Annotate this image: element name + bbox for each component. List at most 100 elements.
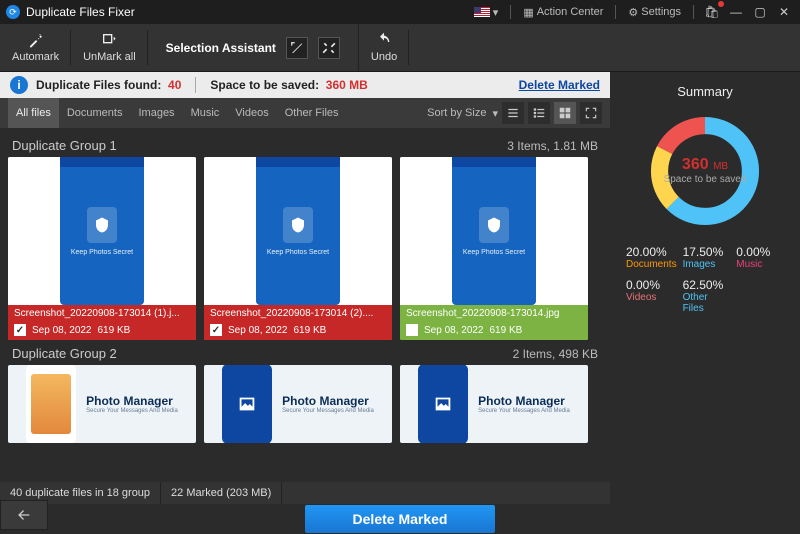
delete-marked-button[interactable]: Delete Marked <box>305 505 496 533</box>
file-size: 619 KB <box>294 325 327 336</box>
close-button[interactable]: ✕ <box>774 3 794 21</box>
thumbnail: Photo ManagerSecure Your Messages And Me… <box>8 365 196 443</box>
app-icon: ⟳ <box>6 5 20 19</box>
selection-tool-1[interactable] <box>286 37 308 59</box>
group-header: Duplicate Group 1 3 Items, 1.81 MB <box>8 132 602 157</box>
tab-images[interactable]: Images <box>130 98 182 128</box>
file-size: 619 KB <box>98 325 131 336</box>
fullscreen-button[interactable] <box>580 102 602 124</box>
stat-pct: 62.50% <box>683 278 731 292</box>
selection-assistant-label: Selection Assistant <box>166 41 276 55</box>
sort-dropdown[interactable]: Sort by Size▾ <box>427 107 498 120</box>
bell-icon: 🛍 <box>704 5 719 19</box>
summary-sub: Space to be saved <box>664 174 747 186</box>
undo-button[interactable]: Undo <box>358 24 409 71</box>
gear-icon: ⚙ <box>628 6 638 19</box>
unmark-all-label: UnMark all <box>83 51 136 63</box>
checkbox-icon <box>100 32 118 48</box>
thumbnail: Photo ManagerSecure Your Messages And Me… <box>400 365 588 443</box>
selection-tool-2[interactable] <box>318 37 340 59</box>
file-card[interactable]: Photo ManagerSecure Your Messages And Me… <box>400 365 588 443</box>
back-arrow-icon <box>12 507 36 523</box>
summary-title: Summary <box>677 84 733 99</box>
thumbnail: Photo ManagerSecure Your Messages And Me… <box>204 365 392 443</box>
status-bar: 40 duplicate files in 18 group 22 Marked… <box>0 482 610 504</box>
file-card[interactable]: Photo ManagerSecure Your Messages And Me… <box>8 365 196 443</box>
file-date: Sep 08, 2022 <box>228 325 288 336</box>
summary-pane: Summary 360 MB Space to be saved 20.00%D… <box>610 72 800 504</box>
stat-label: Images <box>683 259 731 270</box>
file-meta: ✓ Sep 08, 2022 619 KB <box>8 322 196 340</box>
file-checkbox[interactable] <box>406 324 418 336</box>
tools-icon <box>322 41 336 55</box>
automark-label: Automark <box>12 51 59 63</box>
view-detail-button[interactable] <box>528 102 550 124</box>
delete-marked-link[interactable]: Delete Marked <box>519 78 600 92</box>
slash-select-icon <box>290 41 304 55</box>
summary-unit: MB <box>713 161 728 172</box>
automark-button[interactable]: Automark <box>0 24 71 71</box>
detail-icon <box>532 106 546 120</box>
view-list-button[interactable] <box>502 102 524 124</box>
tab-videos[interactable]: Videos <box>227 98 276 128</box>
tab-documents[interactable]: Documents <box>59 98 131 128</box>
stat-label: Videos <box>626 292 677 303</box>
expand-icon <box>584 106 598 120</box>
tab-music[interactable]: Music <box>183 98 228 128</box>
action-center-button[interactable]: ▦ Action Center <box>519 6 607 19</box>
group-info: 2 Items, 498 KB <box>513 347 598 361</box>
file-meta: Sep 08, 2022 619 KB <box>400 322 588 340</box>
flag-icon <box>474 7 490 17</box>
file-name: Screenshot_20220908-173014.jpg <box>400 305 588 322</box>
file-card[interactable]: Photo ManagerSecure Your Messages And Me… <box>204 365 392 443</box>
file-checkbox[interactable]: ✓ <box>210 324 222 336</box>
undo-label: Undo <box>371 51 397 63</box>
group-name: Duplicate Group 2 <box>12 346 117 361</box>
wand-icon <box>27 32 45 48</box>
notifications-button[interactable]: 🛍 <box>702 3 722 21</box>
maximize-button[interactable]: ▢ <box>750 3 770 21</box>
back-button[interactable] <box>0 500 48 530</box>
thumbnail: Keep Photos Secret <box>8 157 196 305</box>
stat-pct: 20.00% <box>626 245 677 259</box>
selection-assistant: Selection Assistant <box>148 37 358 59</box>
info-icon: i <box>10 76 28 94</box>
grid-icon <box>558 106 572 120</box>
file-card[interactable]: Keep Photos Secret Screenshot_20220908-1… <box>400 157 588 340</box>
file-date: Sep 08, 2022 <box>32 325 92 336</box>
stat-pct: 0.00% <box>736 245 784 259</box>
chevron-down-icon: ▾ <box>492 107 498 120</box>
action-center-label: Action Center <box>537 6 604 18</box>
tab-other[interactable]: Other Files <box>277 98 347 128</box>
summary-donut: 360 MB Space to be saved <box>645 111 765 231</box>
found-label: Duplicate Files found: <box>36 78 161 92</box>
app-title: Duplicate Files Fixer <box>26 5 470 19</box>
file-card[interactable]: Keep Photos Secret Screenshot_20220908-1… <box>204 157 392 340</box>
stat-label: Other Files <box>683 292 731 314</box>
chevron-down-icon: ▾ <box>493 6 499 19</box>
stat-pct: 0.00% <box>626 278 677 292</box>
file-meta: ✓ Sep 08, 2022 619 KB <box>204 322 392 340</box>
info-bar: i Duplicate Files found: 40 Space to be … <box>0 72 610 98</box>
settings-label: Settings <box>641 6 681 18</box>
status-marked: 22 Marked (203 MB) <box>161 482 282 504</box>
file-date: Sep 08, 2022 <box>424 325 484 336</box>
file-name: Screenshot_20220908-173014 (2).... <box>204 305 392 322</box>
settings-button[interactable]: ⚙Settings <box>624 6 685 19</box>
file-checkbox[interactable]: ✓ <box>14 324 26 336</box>
file-size: 619 KB <box>490 325 523 336</box>
thumbnail: Keep Photos Secret <box>204 157 392 305</box>
file-card[interactable]: Keep Photos Secret Screenshot_20220908-1… <box>8 157 196 340</box>
minimize-button[interactable]: — <box>726 3 746 21</box>
stat-label: Documents <box>626 259 677 270</box>
grid-icon: ▦ <box>523 6 533 19</box>
group-name: Duplicate Group 1 <box>12 138 117 153</box>
stat-label: Music <box>736 259 784 270</box>
tab-all-files[interactable]: All files <box>8 98 59 128</box>
view-grid-button[interactable] <box>554 102 576 124</box>
results-content: Duplicate Group 1 3 Items, 1.81 MB Keep … <box>0 128 610 482</box>
language-selector[interactable]: ▾ <box>470 6 503 19</box>
space-label: Space to be saved: <box>210 78 319 92</box>
unmark-all-button[interactable]: UnMark all <box>71 24 148 71</box>
stat-pct: 17.50% <box>683 245 731 259</box>
